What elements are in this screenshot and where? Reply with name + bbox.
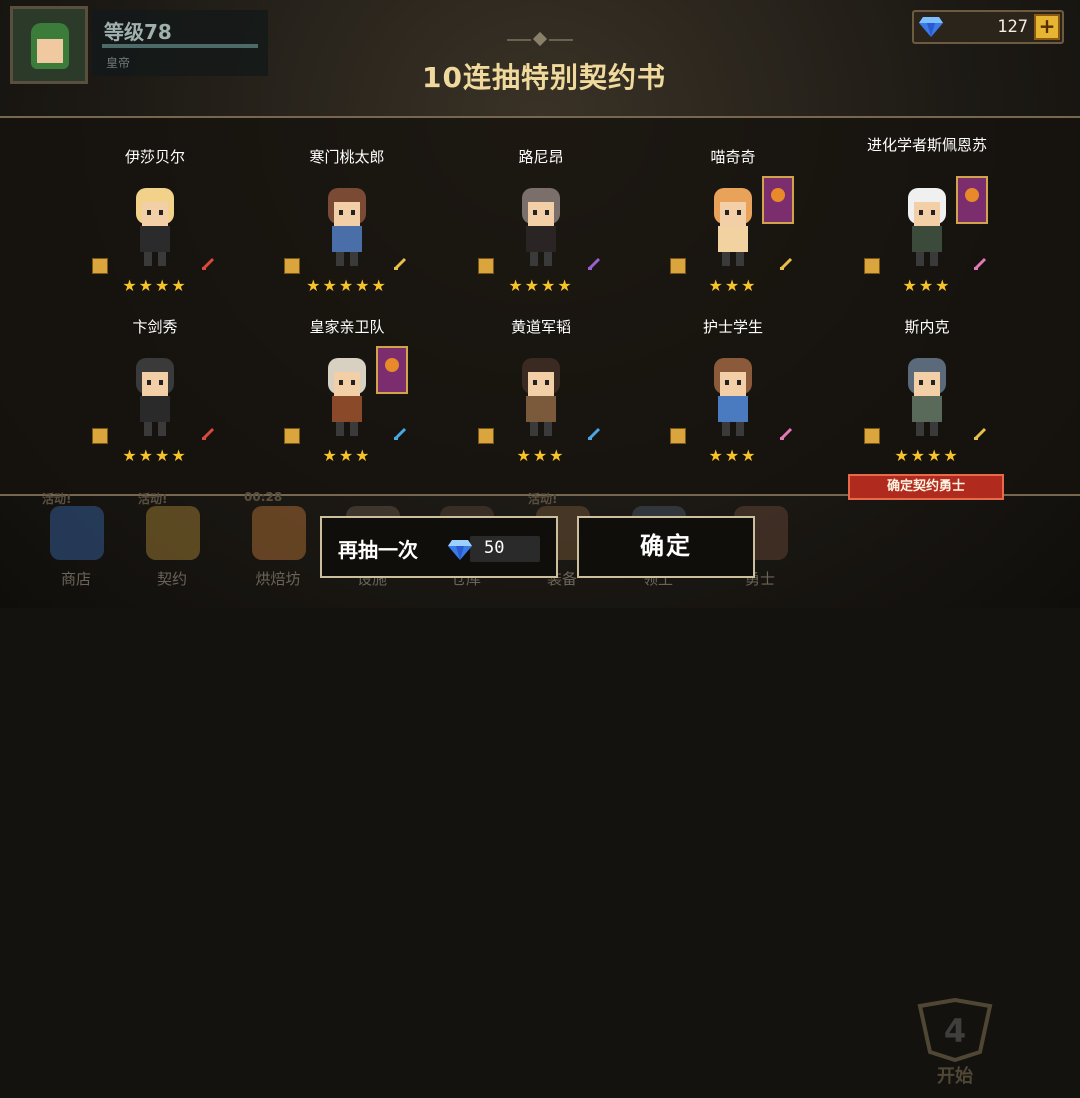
- exp-bar: [102, 44, 258, 48]
- hero-stars: ★★★★: [122, 276, 188, 295]
- hero-card[interactable]: 皇家亲卫队 ★★★: [272, 318, 422, 488]
- hero-stars: ★★★★: [894, 446, 960, 465]
- nav-icon: [252, 506, 306, 560]
- hero-name: 皇家亲卫队: [309, 318, 385, 336]
- nav-label: 契约: [156, 570, 187, 588]
- sword-icon: [393, 257, 407, 271]
- nav-badge: 活动!: [528, 492, 558, 506]
- nav-badge: 活动!: [42, 492, 72, 506]
- ornament-icon: [507, 31, 573, 47]
- hero-card[interactable]: 寒门桃太郎 ★★★★★: [272, 148, 422, 318]
- sword-icon: [201, 427, 215, 441]
- scroll-icon: [864, 428, 880, 444]
- hero-sprite: [328, 188, 366, 266]
- summon-again-button[interactable]: 再抽一次 50: [320, 516, 558, 578]
- hero-name: 斯内克: [904, 318, 950, 336]
- start-button[interactable]: 4 开始: [900, 997, 1010, 1098]
- hero-stars: ★★★★★: [306, 276, 388, 295]
- sword-icon: [973, 427, 987, 441]
- summon-result-panel: 伊莎贝尔 ★★★★ 寒门桃太郎 ★★★★★ 路尼昂 ★★★★ 喵奇奇 ★★★ 进化学者斯佩恩苏 ★…: [0, 116, 1080, 496]
- gem-icon: [448, 540, 472, 560]
- staff-icon: [587, 257, 601, 271]
- hero-name: 护士学生: [702, 318, 763, 336]
- potion-icon: [779, 427, 793, 441]
- hero-name: 寒门桃太郎: [309, 148, 385, 166]
- nav-label: 烘焙坊: [255, 570, 301, 588]
- hero-stars: ★★★: [516, 446, 566, 465]
- scroll-icon: [670, 258, 686, 274]
- hero-sprite: [714, 188, 752, 266]
- scroll-icon: [284, 428, 300, 444]
- player-level: 等级78: [104, 20, 172, 44]
- scroll-icon: [92, 428, 108, 444]
- gem-counter: 127 +: [912, 10, 1064, 44]
- hero-name: 黄道军韬: [510, 318, 571, 336]
- scroll-icon: [864, 258, 880, 274]
- hero-card[interactable]: 黄道军韬 ★★★: [466, 318, 616, 488]
- scroll-icon: [478, 428, 494, 444]
- axe-icon: [587, 427, 601, 441]
- hero-card[interactable]: 进化学者斯佩恩苏 ★★★: [852, 136, 1002, 318]
- hero-name: 进化学者斯佩恩苏: [866, 136, 987, 154]
- hero-sprite: [328, 358, 366, 436]
- hero-sprite: [714, 358, 752, 436]
- hero-stars: ★★★: [708, 446, 758, 465]
- hero-name: 伊莎贝尔: [124, 148, 185, 166]
- nav-label: 商店: [60, 570, 91, 588]
- hero-name: 喵奇奇: [710, 148, 756, 166]
- svg-text:4: 4: [944, 1012, 966, 1050]
- nav-item[interactable]: 活动! 契约: [122, 492, 222, 604]
- hero-card[interactable]: 喵奇奇 ★★★: [658, 148, 808, 318]
- bread-banner-icon: [762, 176, 794, 224]
- gem-count: 127: [997, 17, 1028, 37]
- hero-card[interactable]: 卞剑秀 ★★★★: [80, 318, 230, 488]
- nav-badge: 活动!: [138, 492, 168, 506]
- sword-icon: [201, 257, 215, 271]
- crest-icon: 4: [917, 997, 993, 1063]
- hero-sprite: [136, 358, 174, 436]
- axe-icon: [393, 427, 407, 441]
- hero-sprite: [908, 358, 946, 436]
- bread-banner-icon: [956, 176, 988, 224]
- hero-stars: ★★★: [708, 276, 758, 295]
- start-label: 开始: [937, 1066, 973, 1087]
- hero-sprite: [908, 188, 946, 266]
- nav-item[interactable]: 活动! 商店: [26, 492, 126, 604]
- scroll-icon: [478, 258, 494, 274]
- hero-sprite: [522, 188, 560, 266]
- nav-icon: [50, 506, 104, 560]
- hero-sprite: [136, 188, 174, 266]
- nav-icon: [146, 506, 200, 560]
- bread-banner-icon: [376, 346, 408, 394]
- hero-stars: ★★★: [322, 446, 372, 465]
- top-bar: 等级78 皇帝 127 + 10连抽特别契约书: [0, 0, 1080, 112]
- hero-stars: ★★★★: [508, 276, 574, 295]
- gem-icon: [919, 17, 943, 37]
- hero-card[interactable]: 路尼昂 ★★★★: [466, 148, 616, 318]
- scroll-icon: [670, 428, 686, 444]
- hero-stars: ★★★★: [122, 446, 188, 465]
- scroll-icon: [284, 258, 300, 274]
- nav-badge: 00:28: [244, 490, 283, 504]
- add-gems-button[interactable]: +: [1034, 14, 1060, 40]
- confirm-button[interactable]: 确定: [577, 516, 755, 578]
- hero-sprite: [522, 358, 560, 436]
- hero-name: 卞剑秀: [132, 318, 178, 336]
- hero-name: 路尼昂: [518, 148, 564, 166]
- page-title: 10连抽特别契约书: [422, 61, 666, 94]
- scroll-icon: [92, 258, 108, 274]
- hero-stars: ★★★: [902, 276, 952, 295]
- nav-item[interactable]: 00:28 烘焙坊: [228, 490, 328, 604]
- potion-icon: [973, 257, 987, 271]
- summon-cost: 50: [470, 536, 540, 562]
- hero-card[interactable]: 护士学生 ★★★: [658, 318, 808, 488]
- summon-again-label: 再抽一次: [338, 538, 418, 562]
- summon-cost-value: 50: [484, 538, 505, 558]
- sword-icon: [779, 257, 793, 271]
- hero-card[interactable]: 伊莎贝尔 ★★★★: [80, 148, 230, 318]
- hero-card[interactable]: 斯内克 ★★★★: [852, 318, 1002, 488]
